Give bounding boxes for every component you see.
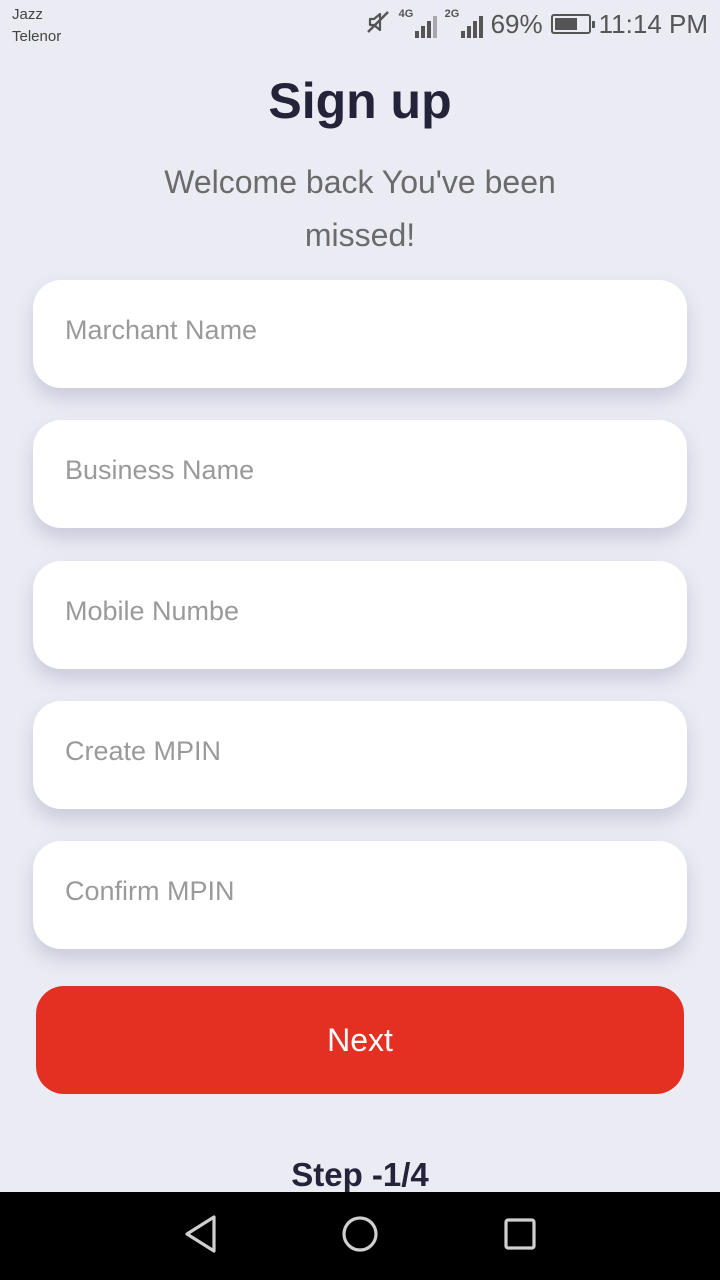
home-button[interactable]	[338, 1214, 382, 1258]
create-mpin-field	[33, 701, 687, 809]
confirm-mpin-input[interactable]	[63, 874, 657, 908]
sim1-network-type: 4G	[398, 8, 414, 20]
back-button[interactable]	[178, 1214, 222, 1258]
business-name-field	[33, 420, 687, 528]
mute-icon	[365, 9, 391, 40]
mobile-number-input[interactable]	[63, 594, 657, 628]
page-subtitle: Welcome back You've been missed!	[164, 164, 556, 253]
recents-icon	[503, 1217, 537, 1256]
signal-icon: 2G	[444, 8, 483, 38]
carrier-labels: Jazz Telenor	[12, 4, 61, 48]
recents-button[interactable]	[498, 1214, 542, 1258]
carrier-1: Jazz	[12, 6, 43, 23]
back-icon	[182, 1214, 218, 1259]
signal-icon: 4G	[398, 8, 437, 38]
page-title: Sign up	[268, 73, 452, 129]
battery-percent: 69%	[490, 8, 543, 39]
confirm-mpin-field	[33, 841, 687, 949]
clock: 11:14 PM	[598, 8, 708, 39]
step-indicator: Step -1/4	[291, 1156, 429, 1193]
sim2-network-type: 2G	[444, 8, 460, 20]
next-button[interactable]: Next	[36, 986, 684, 1094]
navigation-bar	[0, 1192, 720, 1280]
home-icon	[341, 1215, 379, 1258]
battery-icon	[550, 14, 595, 34]
status-bar: Jazz Telenor 4G 2G 69% 11:14 PM	[0, 0, 720, 52]
merchant-name-field	[33, 280, 687, 388]
signup-screen: Jazz Telenor 4G 2G 69% 11:14 PM Sign up …	[0, 0, 720, 1280]
mobile-number-field	[33, 561, 687, 669]
business-name-input[interactable]	[63, 453, 657, 487]
status-icons: 4G 2G 69% 11:14 PM	[365, 6, 708, 42]
create-mpin-input[interactable]	[63, 734, 657, 768]
carrier-2: Telenor	[12, 28, 62, 45]
merchant-name-input[interactable]	[63, 313, 657, 347]
